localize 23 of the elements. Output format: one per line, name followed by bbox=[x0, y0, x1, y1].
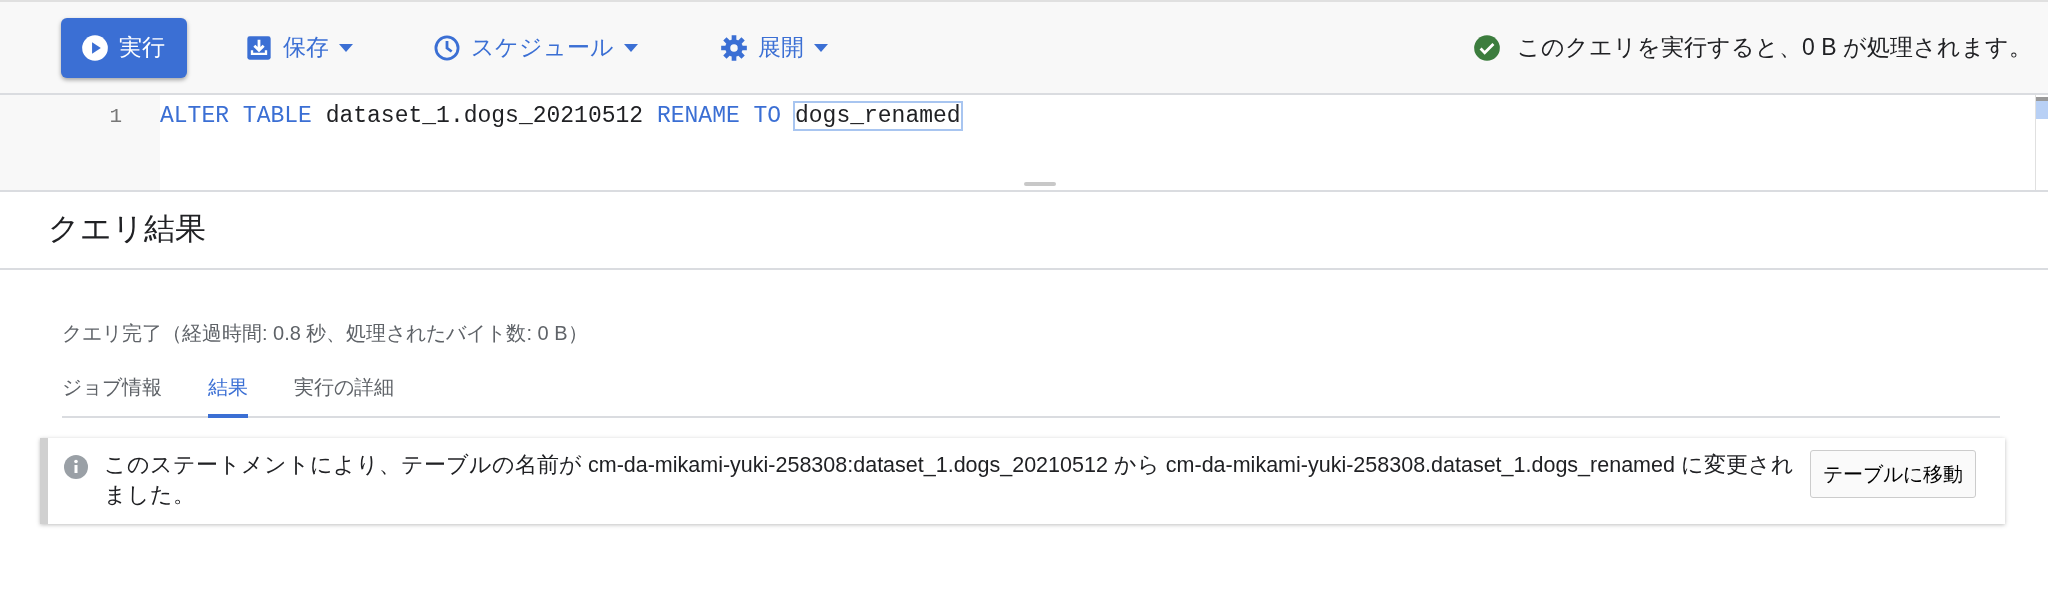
validation-message: このクエリを実行すると、0 B が処理されます。 bbox=[1517, 33, 2032, 63]
resize-handle[interactable] bbox=[1024, 182, 1056, 186]
clock-icon bbox=[433, 33, 461, 62]
info-icon bbox=[64, 454, 88, 479]
caret-icon bbox=[624, 43, 638, 52]
tab[interactable]: ジョブ情報 bbox=[62, 362, 162, 418]
code-line: ALTER TABLE dataset_1.dogs_20210512 RENAME TO dogs_renamed bbox=[160, 102, 962, 131]
line-number: 1 bbox=[108, 104, 122, 130]
save-menu-button[interactable]: 保存 bbox=[245, 30, 353, 65]
go-to-table-button[interactable]: テーブルに移動 bbox=[1810, 450, 1976, 498]
caret-icon bbox=[814, 43, 828, 52]
run-button[interactable]: 実行 bbox=[61, 17, 187, 78]
play-icon bbox=[81, 33, 109, 62]
tab[interactable]: 実行の詳細 bbox=[294, 362, 394, 418]
deploy-menu-button[interactable]: 展開 bbox=[720, 30, 828, 65]
schedule-menu-button[interactable]: スケジュール bbox=[433, 30, 638, 65]
message-text: このステートメントにより、テーブルの名前が cm-da-mikami-yuki-258308:dataset_1.dogs_20210512 から cm-da-mikami-yuki-258308.dataset_1.dogs_renamed に変更されました。 bbox=[104, 452, 1794, 510]
download-icon bbox=[245, 33, 273, 62]
status-text: クエリ完了（経過時間: 0.8 秒、処理されたバイト数: 0 B） bbox=[62, 322, 588, 344]
section-title: クエリ結果 bbox=[48, 211, 206, 246]
tab[interactable]: 結果 bbox=[208, 362, 248, 418]
caret-icon bbox=[339, 43, 353, 52]
gear-icon bbox=[720, 33, 748, 62]
